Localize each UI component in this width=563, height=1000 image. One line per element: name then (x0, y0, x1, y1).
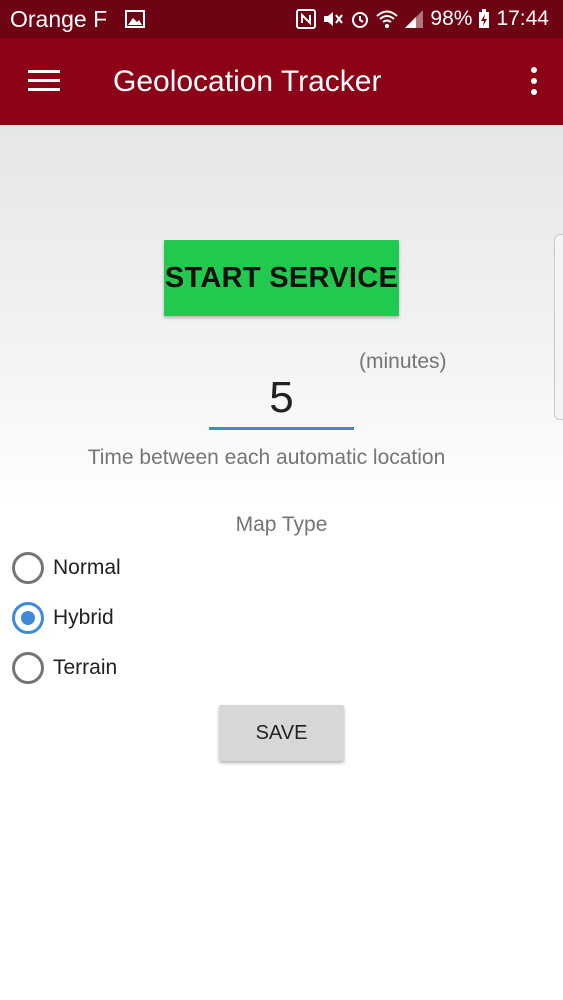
wifi-icon (376, 10, 399, 28)
radio-terrain[interactable]: Terrain (12, 651, 117, 685)
battery-charging-icon (479, 9, 490, 28)
mute-icon (324, 12, 344, 26)
interval-input[interactable] (209, 368, 354, 430)
battery-percent: 98% (430, 7, 473, 30)
carrier-name: Orange F (10, 6, 108, 32)
radio-unchecked-icon[interactable] (12, 552, 44, 584)
radio-hybrid[interactable]: Hybrid (12, 601, 114, 635)
save-button[interactable]: SAVE (219, 705, 344, 761)
gallery-icon (125, 10, 145, 28)
radio-unchecked-icon[interactable] (12, 652, 44, 684)
clock: 17:44 (496, 7, 549, 30)
overflow-menu-icon[interactable] (529, 66, 539, 96)
status-bar: Orange F 98% 17:44 (0, 0, 563, 38)
radio-label-hybrid: Hybrid (53, 606, 114, 629)
interval-help-text: Time between each automatic location (87, 446, 446, 469)
alarm-icon (352, 12, 369, 28)
menu-icon[interactable] (28, 68, 60, 94)
start-service-button[interactable]: START SERVICE (164, 240, 399, 316)
radio-normal[interactable]: Normal (12, 551, 121, 585)
signal-icon (405, 10, 424, 28)
radio-label-terrain: Terrain (53, 656, 118, 679)
app-title: Geolocation Tracker (113, 65, 382, 98)
app-bar: Geolocation Tracker (0, 38, 563, 125)
edge-panel-handle[interactable] (554, 234, 563, 420)
map-type-label: Map Type (235, 513, 328, 536)
minutes-unit-label: (minutes) (359, 350, 447, 373)
status-icons: 98% 17:44 (296, 5, 549, 33)
radio-label-normal: Normal (53, 556, 121, 579)
nfc-icon (296, 9, 317, 29)
radio-checked-icon[interactable] (12, 602, 44, 634)
